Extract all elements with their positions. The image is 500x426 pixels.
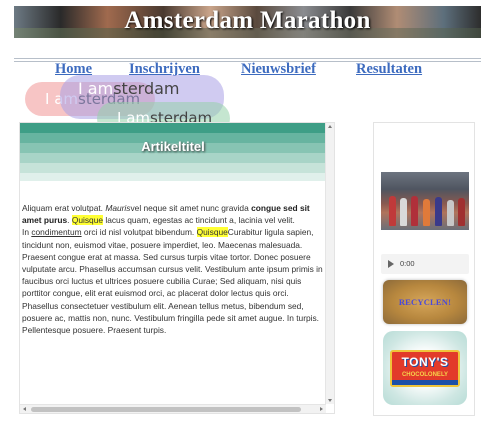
header-banner: Amsterdam Marathon xyxy=(14,6,481,38)
recycle-label: RECYCLEN! xyxy=(398,297,452,307)
site-title: Amsterdam Marathon xyxy=(124,7,371,34)
logo-prefix: I am xyxy=(78,79,114,98)
scroll-down-icon[interactable] xyxy=(328,399,332,402)
highlighted-word: Quisque xyxy=(196,227,228,238)
horizontal-scrollbar[interactable] xyxy=(20,404,326,413)
tonys-logo: TONY'S CHOCOLONELY xyxy=(390,350,460,387)
audio-player[interactable]: 0:00 xyxy=(381,254,469,274)
tonys-sub: CHOCOLONELY xyxy=(401,372,449,378)
vertical-scrollbar[interactable] xyxy=(325,123,334,404)
article-panel: Artikeltitel Aliquam erat volutpat. Maur… xyxy=(19,122,335,414)
highlighted-word: Quisque xyxy=(71,215,104,226)
tonys-brand: TONY'S xyxy=(401,355,449,369)
nav-link-resultaten[interactable]: Resultaten xyxy=(356,61,422,78)
article-body: Aliquam erat volutpat. Maurisvel neque s… xyxy=(20,202,326,336)
scrollbar-thumb[interactable] xyxy=(31,407,301,412)
article-paragraph-2: In condimentum orci id nisl volutpat bib… xyxy=(22,227,323,336)
tonys-chocolonely-ad[interactable]: TONY'S CHOCOLONELY xyxy=(383,331,467,405)
nav-divider-top xyxy=(14,58,481,59)
marathon-photo xyxy=(381,172,469,230)
nav-link-nieuwsbrief[interactable]: Nieuwsbrief xyxy=(241,61,316,78)
article-paragraph-1: Aliquam erat volutpat. Maurisvel neque s… xyxy=(22,203,310,226)
scroll-right-icon[interactable] xyxy=(320,407,323,411)
audio-time: 0:00 xyxy=(400,259,415,268)
sidebar: 0:00 RECYCLEN! TONY'S CHOCOLONELY xyxy=(373,122,475,416)
scroll-up-icon[interactable] xyxy=(328,125,332,128)
logo-suffix: sterdam xyxy=(113,79,180,98)
scroll-left-icon[interactable] xyxy=(23,407,26,411)
recycle-banner[interactable]: RECYCLEN! xyxy=(383,280,467,324)
article-title: Artikeltitel xyxy=(141,139,205,154)
play-icon[interactable] xyxy=(388,260,394,268)
